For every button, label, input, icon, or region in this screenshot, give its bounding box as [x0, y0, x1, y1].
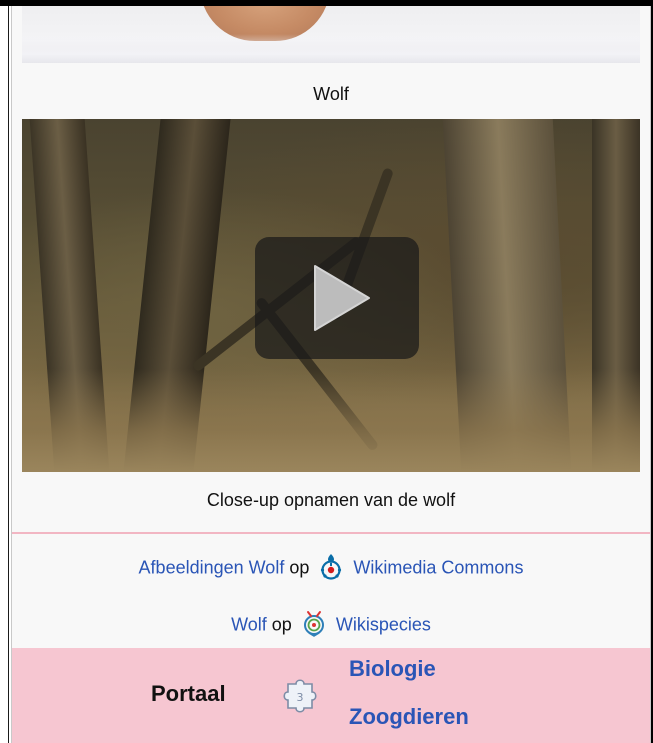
wikispecies-icon	[301, 609, 327, 642]
portal-box: Portaal 3 Biologie Zoogdieren	[12, 648, 650, 743]
play-icon	[314, 265, 370, 331]
wolf-photo-caption: Wolf	[313, 84, 349, 104]
wikispecies-wolf-link[interactable]: Wolf	[231, 614, 267, 634]
wikimedia-commons-icon	[318, 552, 344, 585]
portal-link-zoogdieren[interactable]: Zoogdieren	[349, 704, 469, 730]
commons-link-row: Afbeeldingen Wolf op Wikimedia Commons	[12, 552, 650, 585]
commons-images-link[interactable]: Afbeeldingen Wolf	[139, 557, 285, 577]
svg-text:3: 3	[297, 691, 304, 704]
wolf-video-caption: Close-up opnamen van de wolf	[206, 490, 456, 510]
video-frame-ground	[22, 369, 640, 472]
wikimedia-commons-link[interactable]: Wikimedia Commons	[353, 557, 523, 577]
puzzle-piece-icon: 3	[278, 678, 322, 719]
play-button[interactable]	[255, 237, 419, 359]
wolf-video-player[interactable]	[22, 119, 640, 472]
left-border	[8, 6, 9, 743]
wikispecies-link[interactable]: Wikispecies	[336, 614, 431, 634]
wikispecies-connector: op	[271, 614, 292, 635]
infobox: Wolf Close-up opnamen van de wolf Afbeel…	[11, 6, 651, 743]
wolf-photo-snow	[22, 34, 640, 63]
commons-connector: op	[289, 557, 310, 578]
portal-link-biologie[interactable]: Biologie	[349, 656, 436, 682]
section-divider	[12, 532, 650, 534]
wolf-photo[interactable]	[22, 6, 640, 63]
wikispecies-link-row: Wolf op Wikispecies	[12, 609, 650, 642]
portal-label: Portaal	[151, 681, 226, 706]
